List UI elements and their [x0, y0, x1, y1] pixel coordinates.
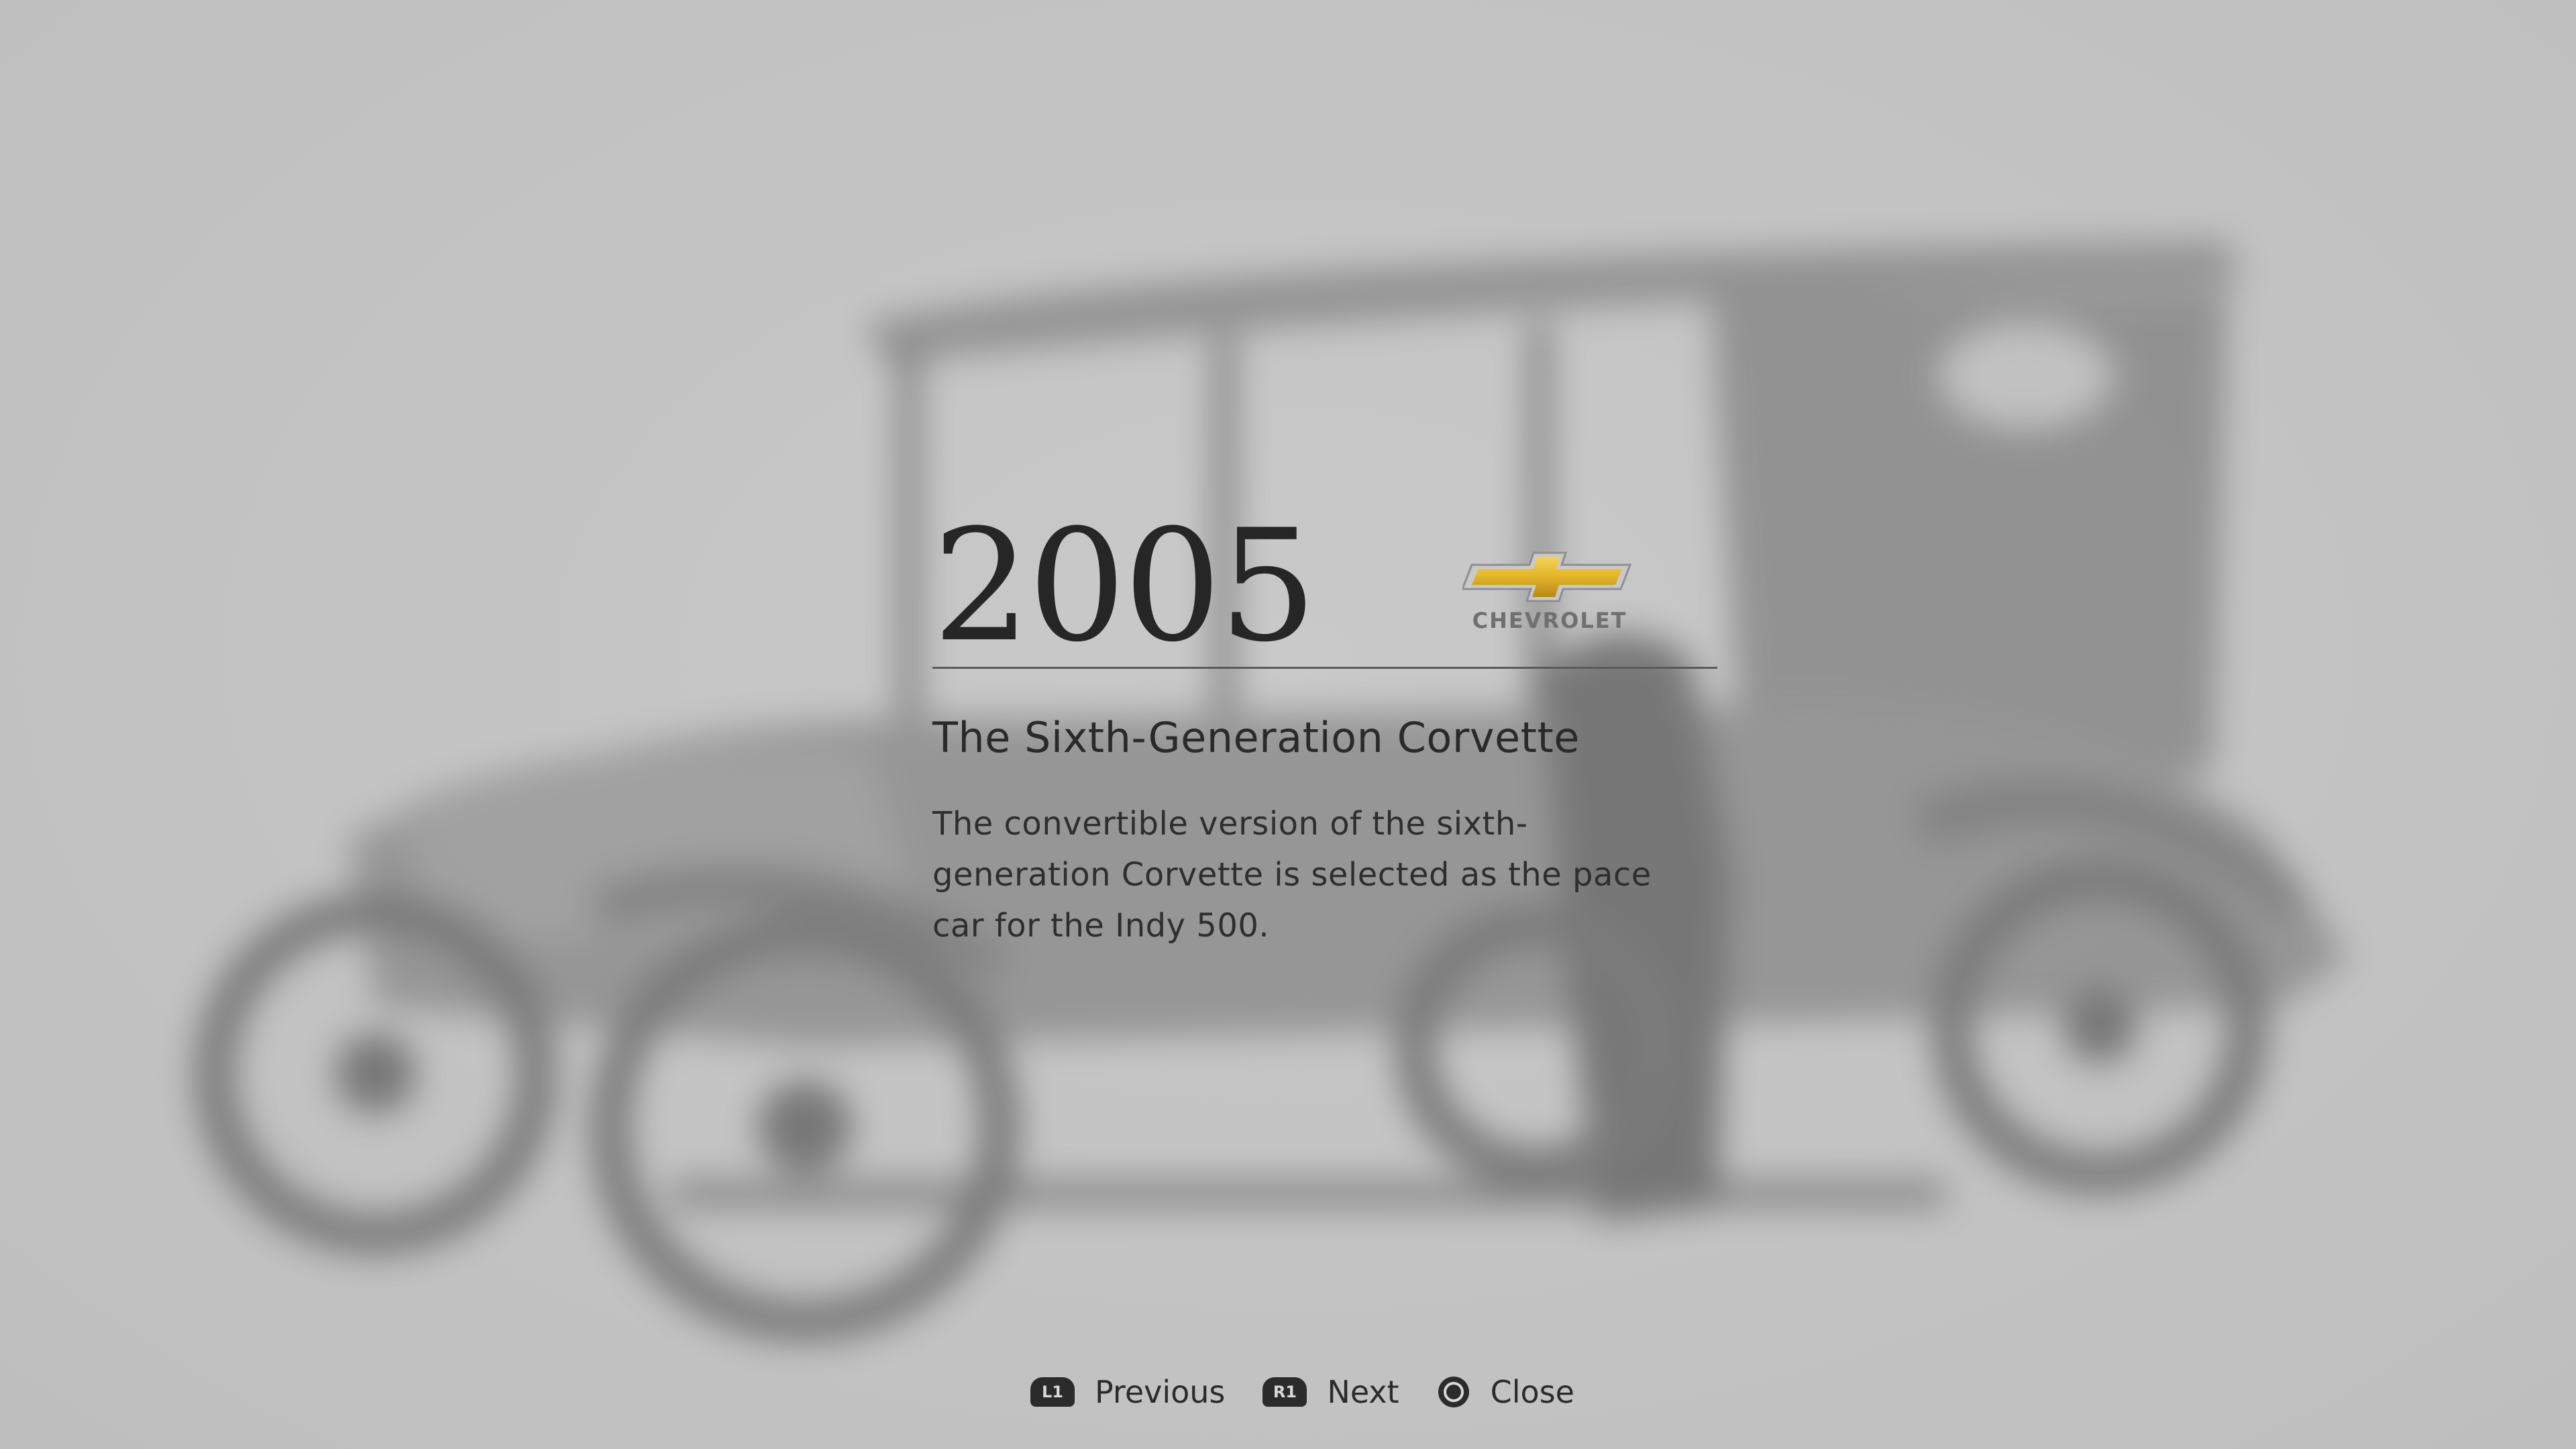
- history-entry-screen: 2005 CHEVROLET The Sixth-Generation Corv…: [0, 0, 2576, 1449]
- bowtie-emblem-icon: [1462, 551, 1632, 602]
- r1-button-icon: R1: [1263, 1377, 1307, 1407]
- close-prompt[interactable]: Close: [1437, 1374, 1574, 1410]
- chevrolet-logo: CHEVROLET: [1462, 550, 1637, 637]
- brand-name: CHEVROLET: [1472, 608, 1627, 633]
- entry-year: 2005: [932, 497, 1317, 676]
- close-label: Close: [1490, 1374, 1574, 1410]
- previous-prompt[interactable]: L1 Previous: [1030, 1374, 1225, 1410]
- next-label: Next: [1327, 1374, 1399, 1410]
- l1-button-icon: L1: [1030, 1377, 1075, 1407]
- button-prompts: L1 Previous R1 Next Close: [1030, 1368, 1574, 1415]
- circle-button-icon: [1438, 1377, 1469, 1407]
- event-description: The convertible version of the sixth-gen…: [932, 805, 1652, 945]
- event-title: The Sixth-Generation Corvette: [932, 713, 1580, 762]
- title-divider: [932, 667, 1717, 669]
- previous-label: Previous: [1095, 1374, 1226, 1410]
- next-prompt[interactable]: R1 Next: [1263, 1374, 1399, 1410]
